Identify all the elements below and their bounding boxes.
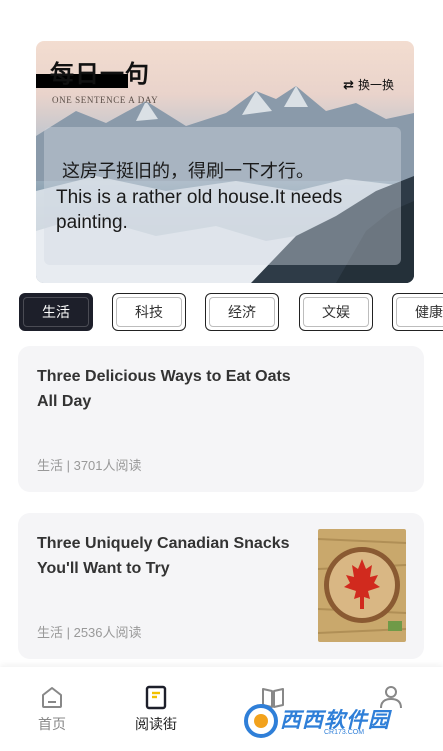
nav-reading-street[interactable]: 阅读街 (121, 667, 191, 751)
book-icon (145, 685, 167, 710)
quote-chinese: 这房子挺旧的，得刷一下才行。 (62, 161, 314, 181)
watermark-subtext: CR173.COM (324, 729, 365, 736)
maple-leaf-plate-image (318, 529, 406, 642)
article-meta: 生活 | 3701人阅读 (37, 458, 142, 473)
tab-life[interactable]: 生活 (19, 293, 93, 331)
banner-title: 每日一句 (50, 59, 150, 88)
watermark-logo-icon (244, 704, 278, 738)
switch-sentence-button[interactable]: ⇄ 换一换 (343, 76, 394, 93)
site-watermark: 西西软件园 CR173.COM (244, 701, 420, 741)
tab-economy[interactable]: 经济 (205, 293, 279, 331)
article-card[interactable]: Three Delicious Ways to Eat Oats All Day… (18, 346, 424, 492)
article-title: Three Uniquely Canadian Snacks You'll Wa… (37, 535, 290, 577)
tab-health[interactable]: 健康 (392, 293, 443, 331)
banner-subtitle: ONE SENTENCE A DAY (52, 95, 159, 105)
nav-home[interactable]: 首页 (17, 667, 87, 751)
swap-icon: ⇄ (343, 76, 354, 92)
article-card[interactable]: Three Uniquely Canadian Snacks You'll Wa… (18, 513, 424, 659)
quote-english: This is a rather old house.It needs pain… (56, 187, 343, 233)
article-title: Three Delicious Ways to Eat Oats All Day (37, 368, 291, 410)
category-tabs: 生活 科技 经济 文娱 健康 (18, 293, 443, 333)
nav-home-label: 首页 (38, 716, 66, 732)
tab-entertainment[interactable]: 文娱 (299, 293, 373, 331)
nav-reading-street-label: 阅读街 (135, 716, 177, 732)
switch-label: 换一换 (357, 78, 394, 92)
tab-tech[interactable]: 科技 (112, 293, 186, 331)
article-meta: 生活 | 2536人阅读 (37, 625, 142, 640)
article-thumbnail (318, 529, 406, 642)
daily-sentence-banner: 每日一句 ONE SENTENCE A DAY ⇄ 换一换 这房子挺旧的，得刷一… (36, 41, 414, 283)
home-icon (42, 687, 62, 708)
